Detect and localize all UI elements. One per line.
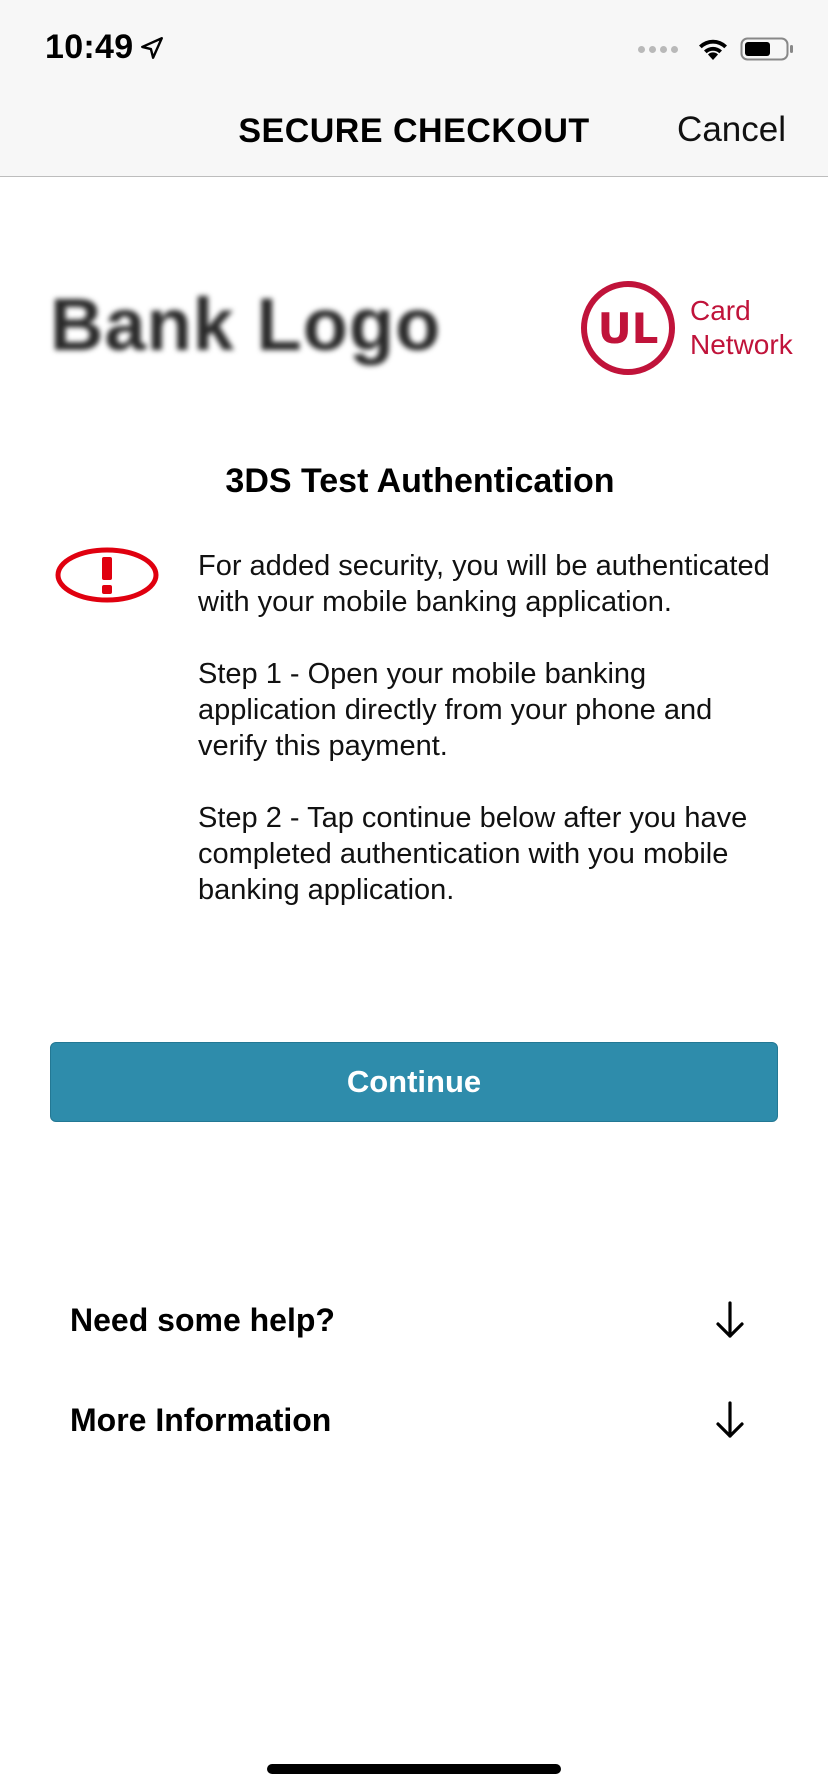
- location-arrow-icon: [141, 36, 164, 59]
- home-indicator[interactable]: [267, 1764, 561, 1774]
- need-help-expander[interactable]: Need some help?: [70, 1290, 746, 1350]
- wifi-icon: [699, 39, 727, 60]
- auth-instructions: For added security, you will be authenti…: [198, 548, 788, 944]
- continue-button[interactable]: Continue: [50, 1042, 778, 1122]
- alert-icon: [55, 547, 159, 603]
- need-help-label: Need some help?: [70, 1301, 335, 1338]
- status-indicators: [638, 36, 794, 62]
- bank-logo: Bank Logo: [50, 283, 442, 366]
- cancel-button[interactable]: Cancel: [677, 110, 786, 150]
- card-network-label: Card Network: [690, 294, 793, 362]
- card-network-line2: Network: [690, 329, 793, 360]
- auth-heading: 3DS Test Authentication: [225, 462, 615, 500]
- battery-icon: [740, 37, 793, 61]
- card-network-line1: Card: [690, 295, 751, 326]
- status-time: 10:49: [45, 28, 165, 67]
- ul-logo-text: UL: [598, 304, 659, 353]
- arrow-down-icon: [716, 1401, 744, 1438]
- status-time-text: 10:49: [45, 28, 134, 66]
- ul-logo-icon: UL: [581, 281, 675, 375]
- instruction-paragraph: For added security, you will be authenti…: [198, 550, 770, 618]
- top-bar: 10:49 SECURE CHECKOUT Cancel: [0, 0, 828, 177]
- more-information-expander[interactable]: More Information: [70, 1390, 746, 1450]
- more-information-label: More Information: [70, 1401, 332, 1438]
- signal-strength-icon: [638, 45, 678, 53]
- instruction-step-1: Step 1 - Open your mobile banking applic…: [198, 658, 713, 762]
- arrow-down-icon: [716, 1301, 744, 1338]
- card-network-logo: UL Card Network: [580, 280, 793, 376]
- instruction-step-2: Step 2 - Tap continue below after you ha…: [198, 802, 748, 906]
